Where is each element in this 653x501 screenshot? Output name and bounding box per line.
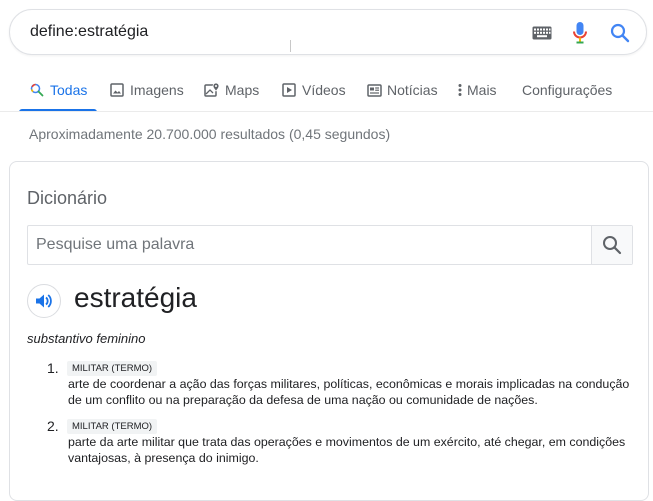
search-bar[interactable]: define:estratégia [9,9,647,55]
map-icon [204,82,220,98]
dictionary-card: Dicionário Pesquise uma palavra estratég… [9,161,649,501]
definition-text: arte de coordenar a ação das forças mili… [68,377,630,407]
divider [0,111,653,112]
dictionary-search-field[interactable]: Pesquise uma palavra [27,225,633,265]
tab-label: Todas [50,82,88,98]
headword: estratégia [74,282,197,313]
tab-label: Mais [467,82,497,98]
search-icon [602,235,622,255]
keyboard-icon[interactable] [530,21,554,45]
definition-number: 2. [47,418,59,434]
pronunciation-button[interactable] [27,284,61,318]
definition-text: parte da arte militar que trata das oper… [68,435,626,465]
search-input[interactable]: define:estratégia [30,23,148,41]
definition-number: 1. [47,360,59,376]
tab-label: Vídeos [302,82,346,98]
news-icon [366,82,382,98]
tab-label: Imagens [130,82,184,98]
card-title: Dicionário [27,188,108,208]
search-icon [29,82,45,98]
part-of-speech: substantivo feminino [27,331,146,346]
dictionary-search-button[interactable] [591,226,632,264]
tab-mais[interactable]: Mais [456,80,497,100]
tab-noticias[interactable]: Notícias [366,80,438,100]
speaker-icon [35,293,53,309]
tab-label: Notícias [387,82,438,98]
search-tabs: Todas Imagens Maps Vídeos Notícias Mais … [0,72,653,112]
text-cursor [290,40,291,52]
tab-label: Configurações [522,82,613,98]
tab-videos[interactable]: Vídeos [281,80,346,100]
tab-todas[interactable]: Todas [29,80,87,100]
tab-configuracoes[interactable]: Configurações [522,80,612,100]
usage-label: MILITAR (TERMO) [67,419,158,434]
dictionary-search-input[interactable]: Pesquise uma palavra [36,236,194,254]
usage-label: MILITAR (TERMO) [67,361,158,376]
video-icon [281,82,297,98]
more-vert-icon [456,82,464,98]
search-icon[interactable] [608,21,632,45]
image-icon [109,82,125,98]
tab-label: Maps [225,82,260,98]
microphone-icon[interactable] [568,21,592,45]
tab-maps[interactable]: Maps [204,80,259,100]
tab-imagens[interactable]: Imagens [109,80,184,100]
result-stats: Aproximadamente 20.700.000 resultados (0… [29,126,391,142]
